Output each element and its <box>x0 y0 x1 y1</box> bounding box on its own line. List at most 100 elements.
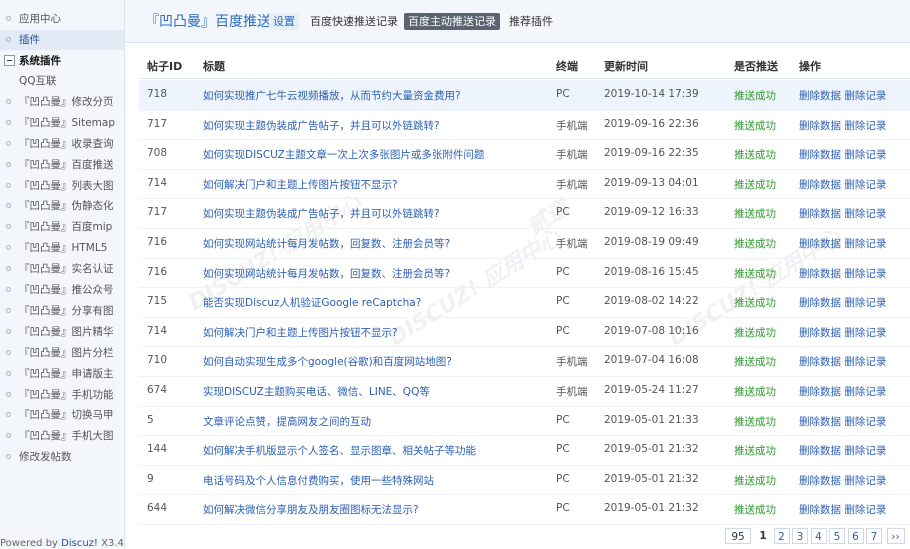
collapse-icon[interactable] <box>4 55 15 66</box>
delete-record-link[interactable]: 删除记录 <box>844 445 886 457</box>
tab-settings[interactable]: 设置 <box>269 13 299 30</box>
sidebar-item-label: 『凹凸曼』分享有图 <box>19 304 114 317</box>
delete-record-link[interactable]: 删除记录 <box>844 297 886 309</box>
delete-data-link[interactable]: 删除数据 <box>799 208 841 220</box>
delete-record-link[interactable]: 删除记录 <box>844 179 886 191</box>
delete-data-link[interactable]: 删除数据 <box>799 327 841 339</box>
cell-terminal: PC <box>556 324 570 337</box>
tab-active-push-records[interactable]: 百度主动推送记录 <box>404 13 500 30</box>
cell-title-link[interactable]: 如何实现网站统计每月发帖数，回复数、注册会员等? <box>203 236 450 251</box>
sidebar-item[interactable]: 『凹凸曼』收录查询 <box>0 134 124 154</box>
sidebar-item[interactable]: 『凹凸曼』切换马甲 <box>0 405 124 425</box>
delete-record-link[interactable]: 删除记录 <box>844 416 886 428</box>
sidebar-item[interactable]: 『凹凸曼』手机大图 <box>0 426 124 446</box>
cell-title-link[interactable]: 如何解决门户和主题上传图片按钮不显示? <box>203 325 398 340</box>
sidebar-item[interactable]: 『凹凸曼』手机功能 <box>0 385 124 405</box>
tab-fast-push-records[interactable]: 百度快速推送记录 <box>306 13 402 30</box>
cell-operations: 删除数据 删除记录 <box>799 354 886 369</box>
sidebar-item[interactable]: 『凹凸曼』列表大图 <box>0 176 124 196</box>
tab-recommended-plugins[interactable]: 推荐插件 <box>505 13 557 30</box>
delete-record-link[interactable]: 删除记录 <box>844 475 886 487</box>
page-link[interactable]: 7 <box>866 528 882 544</box>
sidebar-item[interactable]: 『凹凸曼』分享有图 <box>0 301 124 321</box>
cell-post-id: 674 <box>147 384 168 396</box>
page-link[interactable]: 2 <box>773 528 790 544</box>
cell-terminal: 手机端 <box>556 356 588 369</box>
page-link[interactable]: 6 <box>847 528 864 544</box>
cell-terminal: PC <box>556 443 570 456</box>
delete-data-link[interactable]: 删除数据 <box>799 504 841 516</box>
sidebar-item[interactable]: 『凹凸曼』推公众号 <box>0 280 124 300</box>
sidebar-group-system-plugins[interactable]: 系统插件 <box>0 51 124 71</box>
sidebar-item[interactable]: 『凹凸曼』图片精华 <box>0 322 124 342</box>
delete-record-link[interactable]: 删除记录 <box>844 356 886 368</box>
delete-data-link[interactable]: 删除数据 <box>799 416 841 428</box>
cell-title-link[interactable]: 电话号码及个人信息付费购买，使用一些特殊网站 <box>203 473 434 488</box>
sidebar-item-label: 『凹凸曼』修改分页 <box>19 95 114 108</box>
sidebar-item-label: 『凹凸曼』Sitemap <box>19 116 115 129</box>
bullet-icon <box>6 412 11 418</box>
delete-data-link[interactable]: 删除数据 <box>799 90 841 102</box>
delete-record-link[interactable]: 删除记录 <box>844 504 886 516</box>
cell-title-link[interactable]: 如何实现网站统计每月发帖数，回复数、注册会员等? <box>203 266 450 281</box>
sidebar-item[interactable]: QQ互联 <box>0 71 124 91</box>
delete-data-link[interactable]: 删除数据 <box>799 179 841 191</box>
cell-title-link[interactable]: 如何实现DISCUZ主题文章一次上次多张图片或多张附件问题 <box>203 147 484 162</box>
sidebar-item[interactable]: 『凹凸曼』实名认证 <box>0 259 124 279</box>
cell-title-link[interactable]: 如何实现主题伪装成广告帖子，并且可以外链跳转? <box>203 206 440 221</box>
sidebar-item-app-center[interactable]: 应用中心 <box>0 9 124 29</box>
page-link[interactable]: 4 <box>810 528 827 544</box>
page-link[interactable]: 5 <box>829 528 845 544</box>
delete-record-link[interactable]: 删除记录 <box>844 208 886 220</box>
cell-terminal: PC <box>556 88 570 100</box>
cell-title-link[interactable]: 如何自动实现生成多个google(谷歌)和百度网站地图? <box>203 354 452 369</box>
sidebar-item[interactable]: 『凹凸曼』申请版主 <box>0 364 124 384</box>
delete-data-link[interactable]: 删除数据 <box>799 268 841 280</box>
delete-data-link[interactable]: 删除数据 <box>799 445 841 457</box>
sidebar-group-label: 系统插件 <box>19 55 61 67</box>
delete-record-link[interactable]: 删除记录 <box>844 238 886 250</box>
cell-push-status: 推送成功 <box>734 149 776 162</box>
sidebar-item[interactable]: 『凹凸曼』Sitemap <box>0 113 124 133</box>
sidebar-item[interactable]: 『凹凸曼』百度mip <box>0 217 124 237</box>
bullet-icon <box>6 182 11 188</box>
delete-record-link[interactable]: 删除记录 <box>844 149 886 161</box>
cell-title-link[interactable]: 如何实现主题伪装成广告帖子，并且可以外链跳转? <box>203 118 440 133</box>
discuz-link[interactable]: Discuz! <box>61 538 98 549</box>
cell-push-status: 推送成功 <box>734 474 776 487</box>
delete-data-link[interactable]: 删除数据 <box>799 120 841 132</box>
sidebar-item[interactable]: 『凹凸曼』修改分页 <box>0 92 124 112</box>
page-link[interactable]: 3 <box>792 528 808 544</box>
cell-title-link[interactable]: 如何实现推广七牛云视频播放，从而节约大量资金费用? <box>203 88 461 103</box>
delete-data-link[interactable]: 删除数据 <box>799 386 841 398</box>
table-row: 9 电话号码及个人信息付费购买，使用一些特殊网站 PC 2019-05-01 21:3… <box>139 465 910 496</box>
delete-data-link[interactable]: 删除数据 <box>799 149 841 161</box>
sidebar-item[interactable]: 『凹凸曼』图片分栏 <box>0 343 124 363</box>
delete-data-link[interactable]: 删除数据 <box>799 238 841 250</box>
page-next-button[interactable]: ›› <box>886 528 905 544</box>
cell-title-link[interactable]: 如何解决微信分享朋友及朋友圈图标无法显示? <box>203 502 419 517</box>
bullet-icon <box>6 98 11 104</box>
delete-record-link[interactable]: 删除记录 <box>844 90 886 102</box>
cell-title-link[interactable]: 文章评论点赞，提高网友之间的互动 <box>203 414 371 429</box>
cell-title-link[interactable]: 实现DISCUZ主题购买电话、微信、LINE、QQ等 <box>203 384 430 399</box>
delete-data-link[interactable]: 删除数据 <box>799 475 841 487</box>
sidebar-item[interactable]: 『凹凸曼』HTML5 <box>0 238 124 258</box>
sidebar-item[interactable]: 『凹凸曼』伪静态化 <box>0 196 124 216</box>
delete-data-link[interactable]: 删除数据 <box>799 356 841 368</box>
cell-title-link[interactable]: 如何解决手机版显示个人签名、显示图章、相关帖子等功能 <box>203 443 476 458</box>
delete-record-link[interactable]: 删除记录 <box>844 386 886 398</box>
delete-record-link[interactable]: 删除记录 <box>844 120 886 132</box>
sidebar-item[interactable]: 『凹凸曼』百度推送 <box>0 155 124 175</box>
cell-post-id: 714 <box>147 176 168 189</box>
delete-record-link[interactable]: 删除记录 <box>844 268 886 280</box>
cell-post-id: 718 <box>147 88 168 100</box>
delete-record-link[interactable]: 删除记录 <box>844 327 886 339</box>
cell-title-link[interactable]: 能否实现Discuz人机验证Google reCaptcha? <box>203 295 421 310</box>
bullet-icon <box>6 391 11 397</box>
sidebar-item-plugins[interactable]: 插件 <box>0 30 124 50</box>
bullet-icon <box>6 37 11 42</box>
cell-title-link[interactable]: 如何解决门户和主题上传图片按钮不显示? <box>203 177 398 192</box>
delete-data-link[interactable]: 删除数据 <box>799 297 841 309</box>
sidebar-item[interactable]: 修改发帖数 <box>0 447 124 467</box>
